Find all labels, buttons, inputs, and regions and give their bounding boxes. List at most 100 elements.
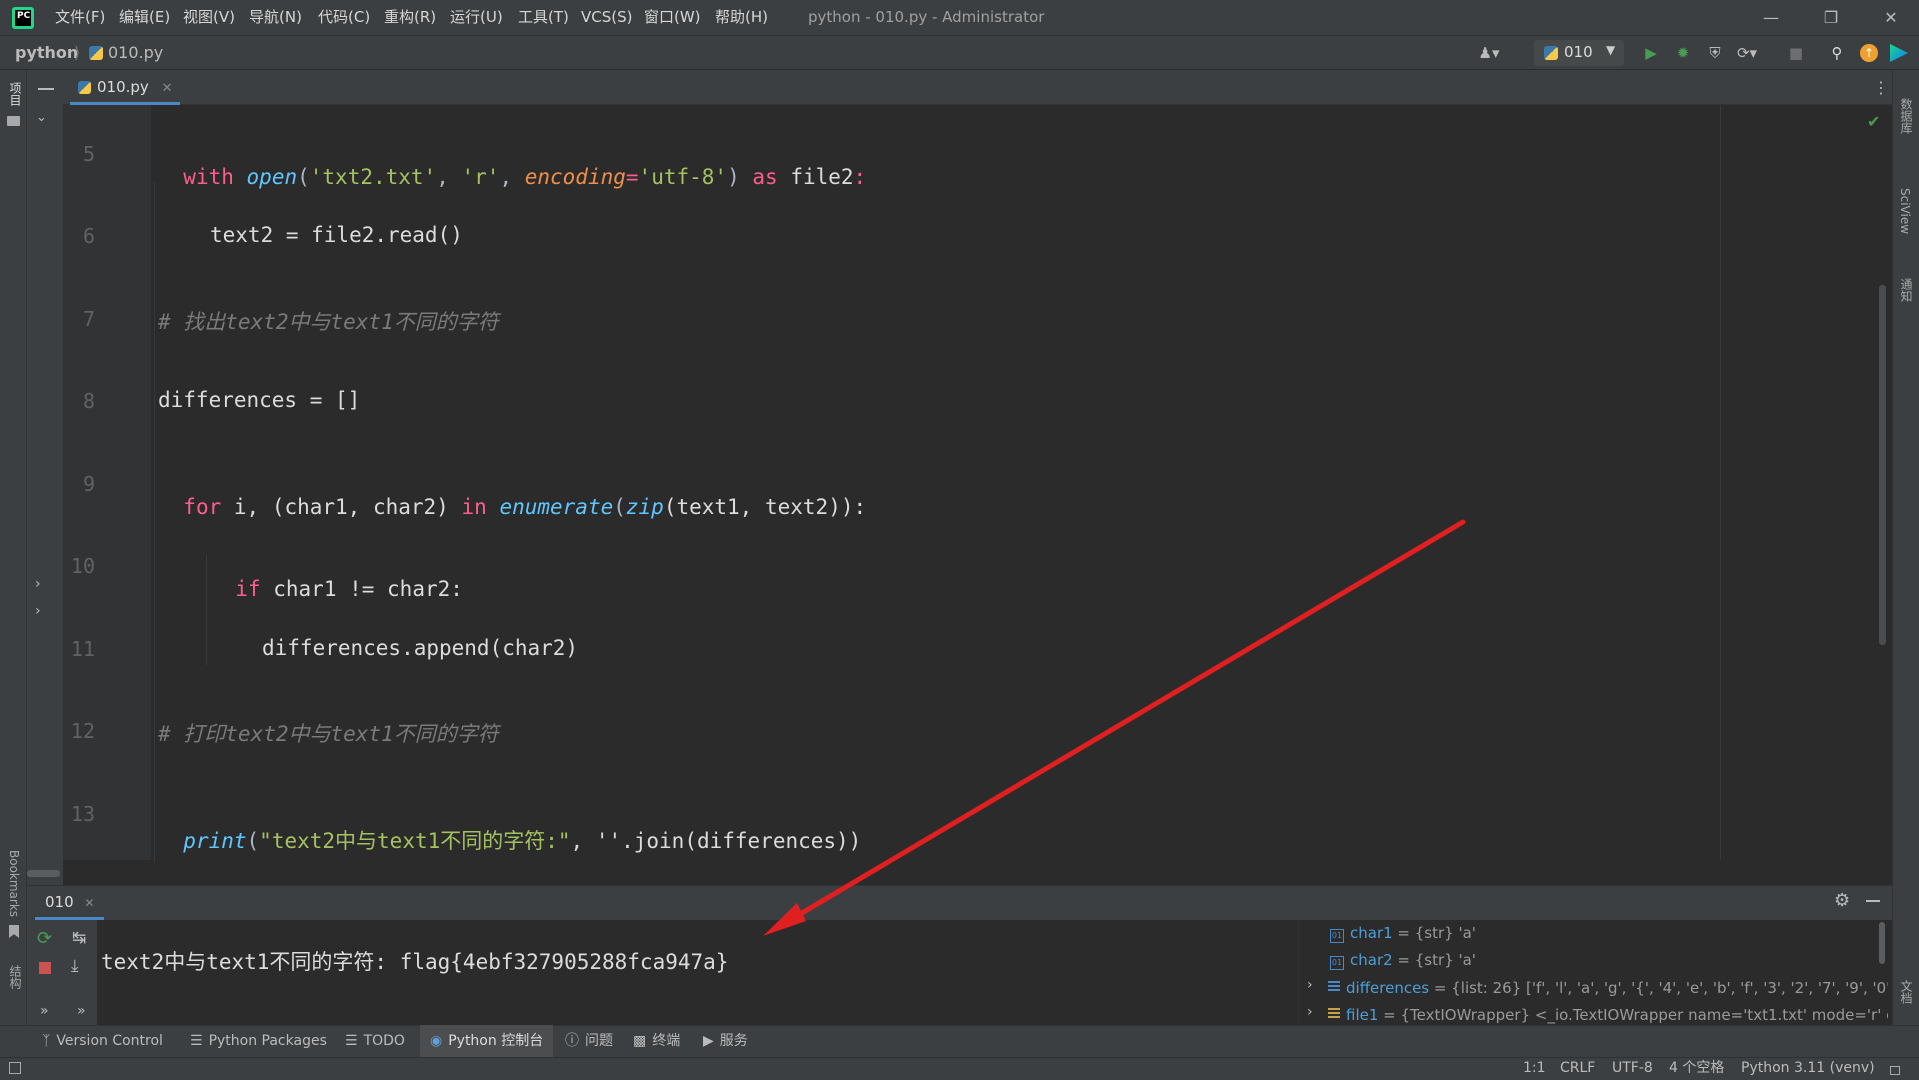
keyword: with [183,165,234,189]
tool-services[interactable]: ▶ 服务 [703,1025,748,1057]
indent-setting[interactable]: 4 个空格 [1669,1057,1724,1080]
menu-file[interactable]: 文件(F) [55,0,105,35]
more-actions-icon[interactable]: » [40,1003,49,1019]
tree-expand-icon[interactable]: › [35,603,41,619]
run-tab-010[interactable]: 010 ✕ [35,885,105,920]
documentation-tool-button[interactable]: 文档 [1898,980,1915,1004]
restore-button[interactable]: ❐ [1803,0,1859,35]
collapse-panel-button[interactable] [38,88,54,90]
variable-row[interactable]: 01 char2 = {str} 'a' [1330,951,1890,970]
bookmarks-tool-button[interactable]: Bookmarks [7,850,21,917]
more-options-icon[interactable]: ⋮ [1873,78,1889,97]
python-interpreter[interactable]: Python 3.11 (venv) [1741,1057,1875,1080]
sciview-tool-button[interactable]: SciView [1898,188,1912,234]
caret-position[interactable]: 1:1 [1523,1057,1546,1080]
variable-row[interactable]: 01 char1 = {str} 'a' [1330,924,1890,943]
stop-icon[interactable]: ■ [1785,42,1807,64]
close-tab-icon[interactable]: ✕ [162,81,173,96]
tab-010-py[interactable]: 010.py ✕ [70,70,180,105]
editor-scrollbar[interactable] [1879,285,1886,645]
scroll-to-end-icon[interactable]: ⤓ [71,956,79,976]
menu-view[interactable]: 视图(V) [183,0,235,35]
debug-icon[interactable]: ✹ [1672,42,1694,64]
expand-chevron-icon[interactable]: › [1307,1004,1313,1020]
editor-tab-bar [63,70,1892,105]
app-logo-icon[interactable]: PC [12,7,34,29]
variable-row[interactable]: file1 = {TextIOWrapper} <_io.TextIOWrapp… [1328,1006,1888,1024]
hide-panel-icon[interactable] [1866,900,1880,902]
menu-window[interactable]: 窗口(W) [644,0,701,35]
builtin-function: print [183,829,247,853]
code-text: differences.append(char2) [262,636,579,660]
expand-chevron-icon[interactable]: › [1307,977,1313,993]
more-actions-icon[interactable]: » [77,1003,86,1019]
menu-edit[interactable]: 编辑(E) [119,0,170,35]
minimize-button[interactable]: — [1743,0,1799,35]
punctuation: , [499,165,525,189]
line-separator[interactable]: CRLF [1560,1057,1595,1080]
tool-todo[interactable]: ☰ TODO [345,1025,405,1057]
condition: char1 != char2: [273,577,463,601]
project-tool-button[interactable]: 项目 [7,82,24,106]
variable-value: = {list: 26} ['f', 'l', 'a', 'g', '{', '… [1433,979,1888,997]
tree-expand-icon[interactable]: › [35,576,41,592]
line-number: 5 [82,142,95,166]
keyword: as [752,165,778,189]
run-tab-label: 010 [45,893,74,911]
update-icon[interactable]: ↑ [1860,44,1878,62]
breadcrumb-project[interactable]: python [15,35,78,70]
variable-name: file1 [1346,1006,1379,1024]
lock-icon[interactable] [1890,1066,1900,1075]
python-file-icon [89,46,103,60]
operator: = [625,165,639,189]
tool-python-packages[interactable]: ☰ Python Packages [190,1025,327,1057]
line-number: 10 [70,554,95,578]
menu-vcs[interactable]: VCS(S) [581,0,632,35]
search-icon[interactable]: ⚲ [1826,42,1848,64]
tool-label: 问题 [585,1033,613,1049]
loop-variables: i, (char1, char2) [233,495,449,519]
code-line-11: differences.append(char2) [262,636,578,660]
string-literal: 'txt2.txt' [309,165,437,189]
tool-terminal[interactable]: ▩ 终端 [633,1025,680,1057]
tool-problems[interactable]: ⓘ 问题 [565,1025,613,1057]
soft-wrap-icon[interactable]: ↹ [72,928,86,948]
breadcrumb-file[interactable]: 010.py [108,35,163,70]
code-text: , ''.join(differences)) [570,829,862,853]
toggle-tool-windows-icon[interactable] [9,1062,21,1074]
comment: # 打印text2中与text1不同的字符 [158,722,499,746]
menu-navigate[interactable]: 导航(N) [249,0,302,35]
builtin-function: open [246,165,298,189]
menu-tools[interactable]: 工具(T) [518,0,569,35]
menu-help[interactable]: 帮助(H) [715,0,768,35]
profile-icon[interactable]: ⟳▾ [1736,42,1758,64]
close-tab-icon[interactable]: ✕ [84,896,94,910]
settings-gear-icon[interactable]: ⚙ [1834,890,1850,911]
structure-tool-button[interactable]: 结构 [7,965,24,989]
run-icon[interactable]: ▶ [1640,42,1662,64]
tool-python-console[interactable]: ◉ Python 控制台 [420,1025,554,1057]
project-scrollbar[interactable] [27,870,60,877]
menu-code[interactable]: 代码(C) [318,0,370,35]
list-icon [1328,981,1340,993]
tool-label: TODO [363,1033,405,1049]
close-button[interactable]: ✕ [1863,0,1919,35]
stop-run-icon[interactable] [39,962,51,974]
account-icon[interactable]: ♟▾ [1478,42,1500,64]
run-config-selector[interactable]: 010 ▼ [1534,40,1624,66]
line-number: 7 [82,307,95,331]
menu-run[interactable]: 运行(U) [450,0,503,35]
indent-guide [154,182,155,862]
menu-refactor[interactable]: 重构(R) [384,0,436,35]
tree-chevron-icon[interactable]: ⌄ [36,110,47,125]
database-tool-button[interactable]: 数据库 [1898,98,1915,134]
file-encoding[interactable]: UTF-8 [1612,1057,1653,1080]
variable-row[interactable]: differences = {list: 26} ['f', 'l', 'a',… [1328,979,1888,997]
run-panel-header [27,885,1892,920]
run-config-name: 010 [1564,43,1593,61]
code-line-6: text2 = file2.read() [210,223,463,247]
rerun-icon[interactable]: ⟳ [37,928,52,949]
coverage-icon[interactable]: ⛨ [1704,42,1726,64]
notifications-tool-button[interactable]: 通知 [1898,278,1915,302]
tool-version-control[interactable]: ᛉ Version Control [42,1025,163,1057]
